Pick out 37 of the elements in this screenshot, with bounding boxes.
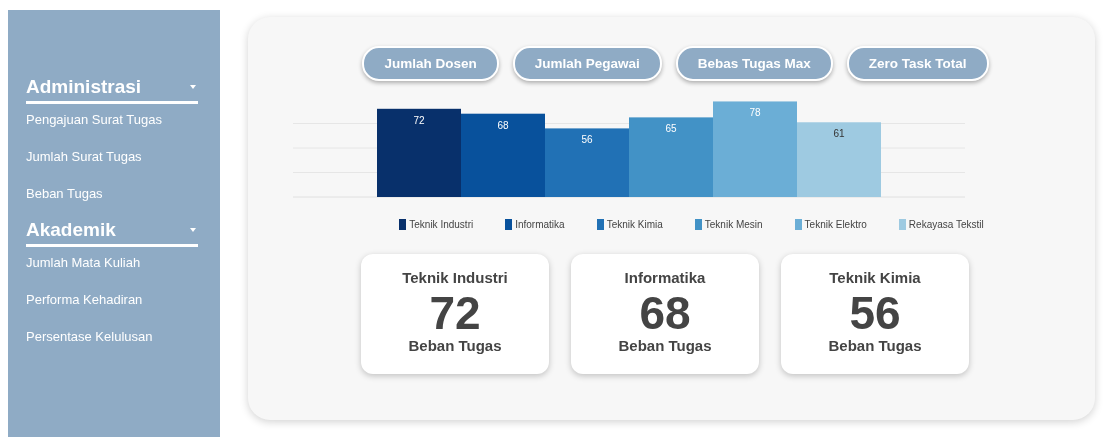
legend-label: Teknik Elektro [804, 219, 867, 230]
caret-icon [190, 228, 196, 232]
card-caption: Beban Tugas [408, 337, 502, 354]
section-title: Administrasi [26, 76, 142, 98]
section-header[interactable]: Akademik [26, 219, 198, 247]
card-value: 72 [429, 289, 481, 337]
filter-button[interactable]: Bebas Tugas Max [675, 46, 833, 81]
bar-value-label: 61 [832, 128, 845, 140]
sidebar-link[interactable]: Persentase Kelulusan [26, 329, 198, 344]
legend-label: Teknik Industri [409, 219, 474, 230]
bar-value-label: 65 [664, 123, 677, 135]
sidebar-link[interactable]: Beban Tugas [26, 186, 198, 201]
card-title: Informatika [624, 269, 706, 286]
legend-label: Teknik Mesin [704, 219, 763, 230]
bar-value-label: 78 [748, 107, 761, 119]
filter-button[interactable]: Jumlah Dosen [362, 46, 499, 81]
card-caption: Beban Tugas [828, 337, 922, 354]
sidebar-link[interactable]: Performa Kehadiran [26, 292, 198, 307]
card-caption: Beban Tugas [618, 337, 712, 354]
card-title: Teknik Kimia [829, 269, 921, 286]
filter-button[interactable]: Zero Task Total [846, 46, 989, 81]
filter-button[interactable]: Jumlah Pegawai [512, 46, 662, 81]
sidebar-link[interactable]: Jumlah Mata Kuliah [26, 255, 198, 270]
card-title: Teknik Industri [402, 269, 508, 286]
section-title: Akademik [26, 219, 116, 241]
section-header[interactable]: Administrasi [26, 76, 198, 104]
bar-value-label: 56 [580, 134, 593, 146]
sidebar-link[interactable]: Jumlah Surat Tugas [26, 149, 198, 164]
sidebar-link[interactable]: Pengajuan Surat Tugas [26, 112, 198, 127]
bar-value-label: 68 [496, 119, 509, 131]
legend-label: Teknik Kimia [606, 219, 663, 230]
legend-label: Informatika [515, 219, 565, 230]
card-value: 68 [639, 289, 691, 337]
legend-label: Rekayasa Tekstil [908, 219, 984, 230]
card-value: 56 [849, 289, 901, 337]
caret-icon [190, 85, 196, 89]
bar-value-label: 72 [412, 114, 425, 126]
